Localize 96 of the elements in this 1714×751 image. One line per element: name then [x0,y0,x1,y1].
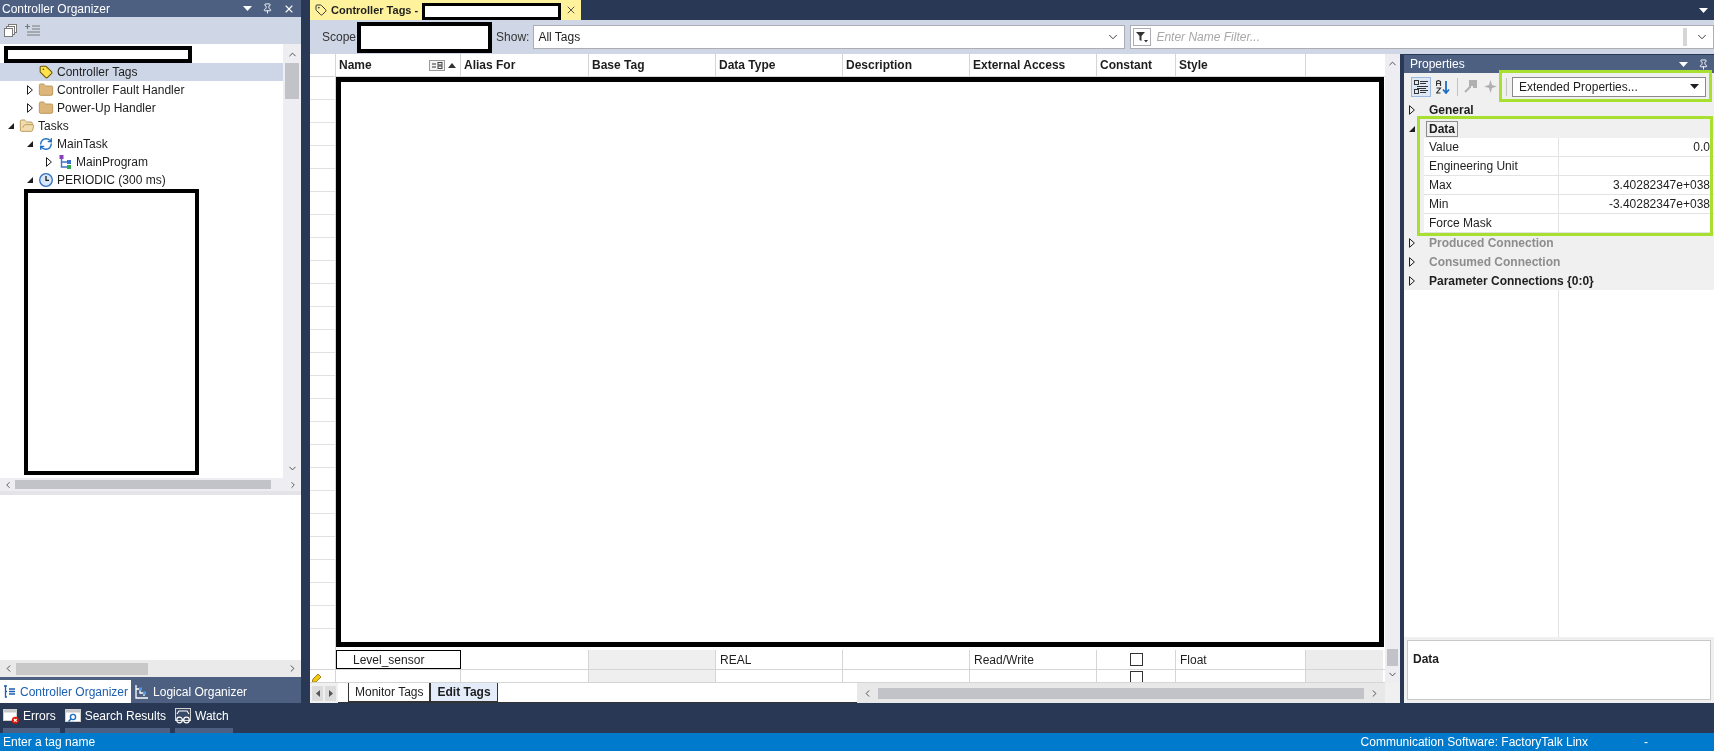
property-name: Force Mask [1424,214,1559,233]
sheet-tab[interactable]: Edit Tags [430,683,498,702]
property-name: Value [1424,138,1559,157]
property-value-field[interactable] [1559,157,1714,176]
category-label[interactable]: General [1426,101,1477,118]
sort-ascending-icon[interactable] [448,62,456,68]
filter-icon[interactable] [1133,28,1152,46]
show-dropdown[interactable]: All Tags [533,25,1126,49]
property-name: Min [1424,195,1559,214]
column-header[interactable]: Style [1176,54,1306,76]
caret-down-icon[interactable] [1699,7,1708,13]
add-list-icon[interactable] [25,24,40,37]
tag-icon [39,65,53,79]
tag-icon [315,4,327,16]
column-header[interactable]: Name [336,54,461,76]
collapsed-arrow-icon[interactable] [1409,104,1415,115]
scrollbar-thumb[interactable] [285,63,299,99]
sort-arrow-icon [1436,79,1450,94]
description-text: Data [1413,652,1439,666]
property-value-field[interactable] [1559,214,1714,233]
vertical-scrollbar[interactable] [283,44,301,478]
checkbox[interactable] [1129,671,1143,682]
tree-list-icon [3,685,16,698]
name-cell[interactable]: Level_sensor [336,650,461,669]
status-message: Enter a tag name [3,734,96,751]
column-header[interactable]: Description [843,54,970,76]
scroll-right-button[interactable] [325,685,336,701]
category-label[interactable]: Parameter Connections {0:0} [1426,272,1597,289]
document-tab[interactable]: Controller Tags - [310,0,582,20]
collapsed-arrow-icon[interactable] [1409,275,1415,286]
organizer-tab[interactable]: Logical Organizer [131,680,251,703]
glasses-window-icon [175,707,192,724]
chevron-right-icon[interactable] [288,479,298,490]
chevron-left-icon[interactable] [3,479,13,490]
scope-label: Scope [322,29,357,46]
program-tree-icon [59,155,71,169]
scrollbar-thumb[interactable] [878,687,1364,699]
open-folder-icon [19,118,35,134]
expanded-arrow-icon[interactable] [27,177,33,183]
tree-item[interactable]: Controller Tags [0,63,283,81]
scroll-left-button[interactable] [312,685,323,701]
expanded-arrow-icon[interactable] [1409,125,1415,132]
collapsed-arrow-icon[interactable] [27,103,33,113]
checkbox[interactable] [1129,653,1143,666]
column-header[interactable]: Base Tag [589,54,716,76]
horizontal-scrollbar[interactable] [0,660,301,677]
property-name: Max [1424,176,1559,195]
toolbar-button[interactable] [1411,76,1431,97]
caret-down-icon[interactable] [1679,61,1688,67]
expanded-arrow-icon[interactable] [27,141,33,147]
scrollbar-thumb[interactable] [1387,649,1398,666]
property-value[interactable]: 0.0 [1559,138,1714,157]
property-value[interactable]: -3.40282347e+038 [1559,195,1714,214]
folder-icon [38,100,54,116]
triangle-right-icon [328,689,333,697]
error-window-icon [3,707,19,724]
panel-title: Controller Organizer [2,0,111,18]
categorized-list-icon [1414,79,1428,94]
search-window-icon [64,707,81,724]
scrollbar-thumb[interactable] [15,480,271,489]
cycle-arrows-icon [39,137,53,151]
name-filter-field[interactable]: Enter Name Filter... [1156,28,1683,46]
caret-down-icon[interactable] [1690,84,1699,89]
horizontal-scrollbar[interactable] [857,683,1385,703]
organizer-tab[interactable]: Controller Organizer [0,680,132,703]
vertical-scrollbar[interactable] [1385,54,1400,683]
clock-icon [39,173,53,187]
sheet-tab[interactable]: Monitor Tags [348,683,431,702]
triangle-left-icon [315,689,320,697]
column-header[interactable]: Data Type [716,54,843,76]
view-dropdown[interactable]: Extended Properties... [1512,76,1706,97]
status-connection: Communication Software: FactoryTalk Linx [1360,734,1588,751]
stamp-icon [1463,80,1477,93]
panel-title: Properties [1410,56,1465,73]
status-extra: - [1644,734,1648,751]
collapsed-arrow-icon[interactable] [27,85,33,95]
column-header[interactable]: External Access [970,54,1097,76]
column-options-icon[interactable] [429,59,445,71]
category-label[interactable]: Data [1426,120,1458,137]
scrollbar-thumb[interactable] [16,662,148,675]
pin-icon[interactable] [1698,58,1709,70]
hierarchy-icon [134,684,150,699]
filter-bar[interactable]: Enter Name Filter... [1130,25,1714,49]
sparkle-icon [1483,80,1497,93]
stacked-windows-icon[interactable] [4,24,17,37]
folder-icon [38,82,54,98]
column-header[interactable]: Alias For [461,54,589,76]
pin-icon[interactable] [262,3,273,14]
caret-down-icon[interactable] [243,6,252,11]
property-value[interactable]: 3.40282347e+038 [1559,176,1714,195]
column-header[interactable]: Constant [1097,54,1176,76]
show-label: Show: [496,29,530,46]
property-name: Engineering Unit [1424,157,1559,176]
horizontal-scrollbar[interactable] [0,478,301,491]
expanded-arrow-icon[interactable] [8,123,14,129]
collapsed-arrow-icon[interactable] [46,157,52,167]
